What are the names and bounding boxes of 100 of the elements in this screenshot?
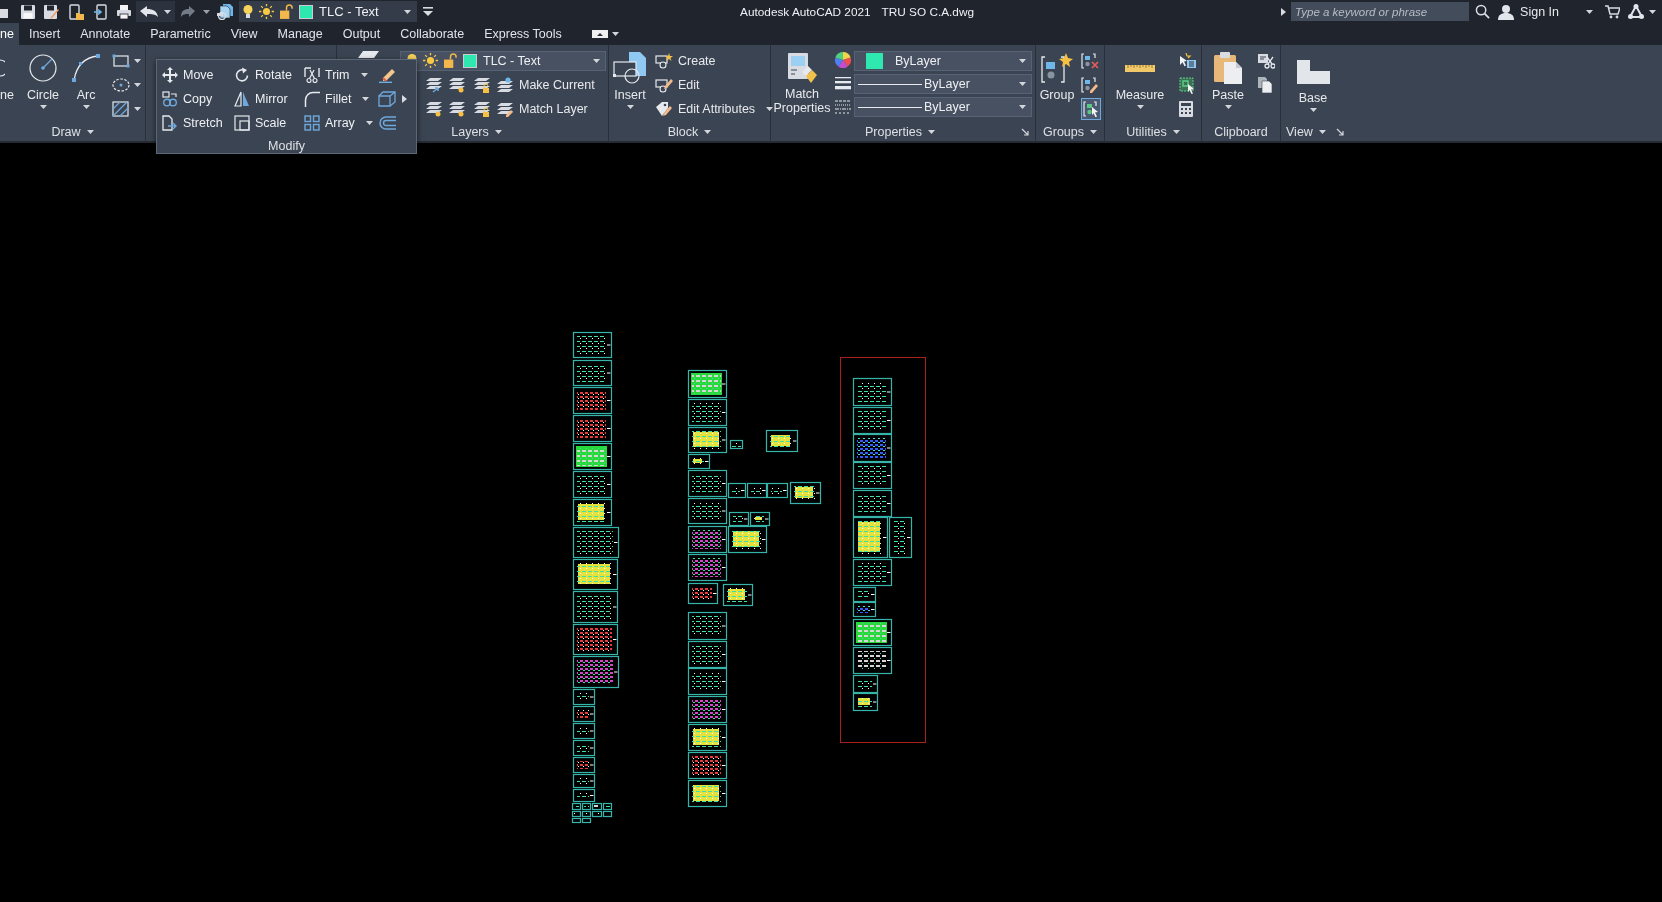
panel-title[interactable]: Utilities: [1126, 124, 1180, 139]
tool-button[interactable]: ne: [0, 45, 19, 105]
layer-dropdown[interactable]: TLC - Text: [239, 1, 417, 22]
save-as-icon[interactable]: [43, 3, 59, 20]
menu-icon[interactable]: [423, 7, 433, 16]
layer-tool-button[interactable]: [473, 101, 491, 117]
tool-button[interactable]: Scale: [234, 111, 287, 135]
tablet-folder-icon[interactable]: [68, 3, 84, 20]
caret-icon: [82, 105, 90, 109]
layer-tool-button[interactable]: [425, 101, 443, 117]
group-edit-icon: [1081, 77, 1099, 93]
panel-title[interactable]: Groups: [1043, 124, 1097, 139]
offset-icon[interactable]: [378, 115, 396, 131]
ribbon-tab[interactable]: Annotate: [70, 23, 141, 45]
ribbon-tab[interactable]: Collaborate: [390, 23, 475, 45]
sign-in-button[interactable]: Sign In: [1498, 3, 1559, 20]
drawing-sheet: [687, 695, 728, 724]
tool-button[interactable]: Copy: [162, 87, 213, 111]
expand-arrow-icon[interactable]: [1281, 7, 1287, 16]
tool-button[interactable]: Create: [655, 49, 774, 73]
caret-icon: [1172, 129, 1180, 134]
linetype-icon: [835, 98, 851, 114]
ribbon-tab[interactable]: Express Tools: [474, 23, 572, 45]
ribbon-tab[interactable]: ne: [0, 23, 19, 45]
tool-button[interactable]: Edit: [655, 73, 774, 97]
documents-icon[interactable]: [217, 3, 234, 20]
tool-button[interactable]: Edit Attributes: [655, 97, 774, 121]
match-properties-button[interactable]: Match Properties: [774, 45, 830, 118]
drawing-sheet: [572, 739, 596, 757]
drawing-sheet: [765, 429, 799, 453]
caret-icon: [928, 129, 935, 134]
tool-button[interactable]: Move: [162, 63, 214, 87]
dialog-launcher-icon[interactable]: [1335, 127, 1344, 136]
cart-icon[interactable]: [1605, 4, 1620, 19]
caret-icon[interactable]: [203, 9, 210, 14]
ribbon-tab[interactable]: Output: [332, 23, 391, 45]
panel-title[interactable]: Clipboard: [1214, 124, 1268, 139]
caret-icon[interactable]: [1649, 9, 1656, 14]
panel-title[interactable]: Draw: [51, 124, 94, 139]
caret-icon: [494, 129, 502, 134]
layer-tool-button[interactable]: [473, 77, 491, 93]
ungroup-icon: [1081, 53, 1099, 69]
expand-arrow-icon[interactable]: [402, 95, 407, 103]
redo-icon[interactable]: [181, 5, 195, 18]
group-button[interactable]: Group: [1041, 45, 1073, 105]
layer-tool-button[interactable]: [425, 77, 443, 93]
caret-icon: [1318, 129, 1326, 134]
undo-button[interactable]: [136, 1, 175, 22]
base-button[interactable]: Base: [1295, 45, 1331, 112]
drawing-sheet: [746, 482, 768, 499]
caret-icon[interactable]: [1586, 9, 1593, 14]
panel-title[interactable]: View: [1286, 124, 1326, 139]
tool-button[interactable]: Mirror: [234, 87, 288, 111]
drawing-sheet: [687, 667, 728, 696]
tool-button[interactable]: Stretch: [162, 111, 223, 135]
group-selection-icon: [1083, 101, 1099, 117]
tool-button[interactable]: Trim: [304, 63, 368, 87]
ribbon-tab[interactable]: Parametric: [140, 23, 221, 45]
layer-stack-icon: [448, 77, 466, 93]
caret-icon: [365, 121, 373, 125]
tool-button[interactable]: Array: [304, 111, 373, 135]
panel-title[interactable]: Properties: [865, 124, 935, 139]
tool-button[interactable]: Match Layer: [496, 101, 588, 117]
tool-button[interactable]: Fillet: [304, 87, 370, 111]
paste-button[interactable]: Paste: [1213, 45, 1243, 109]
box-icon[interactable]: [378, 91, 396, 107]
linetype-dropdown[interactable]: ByLayer: [854, 97, 1032, 117]
measure-button[interactable]: Measure: [1116, 45, 1164, 109]
print-icon[interactable]: [116, 3, 132, 20]
tool-button[interactable]: Rotate: [234, 63, 292, 87]
search-field[interactable]: Type a keyword or phrase: [1291, 2, 1470, 21]
layer-tool-button[interactable]: [448, 101, 466, 117]
match-properties-icon: [786, 52, 818, 84]
dialog-launcher-icon[interactable]: [1021, 127, 1029, 136]
drawing-sheet: [572, 756, 596, 774]
undo-icon: [139, 4, 159, 19]
layer-tool-button[interactable]: [448, 77, 466, 93]
drawing-sheet: [852, 406, 893, 435]
eraser-icon[interactable]: [378, 67, 396, 83]
tool-button[interactable]: Circle: [24, 45, 62, 109]
drawing-sheet: [722, 583, 754, 607]
ribbon-tab[interactable]: Insert: [18, 23, 71, 45]
layer-dropdown[interactable]: TLC - Text: [400, 50, 606, 71]
search-icon[interactable]: [1475, 4, 1491, 19]
lineweight-dropdown[interactable]: ByLayer: [854, 74, 1032, 94]
save-icon[interactable]: [20, 3, 36, 20]
ribbon-tab[interactable]: Manage: [267, 23, 333, 45]
tool-button[interactable]: Make Current: [496, 77, 595, 93]
triangle-nodes-icon[interactable]: [1628, 4, 1644, 19]
color-dropdown[interactable]: ByLayer: [854, 51, 1032, 71]
panel-title[interactable]: Layers: [451, 124, 502, 139]
drawing-sheet: [687, 611, 728, 641]
group-selection-toggle[interactable]: [1081, 98, 1101, 120]
panel-title[interactable]: Block: [667, 124, 712, 139]
drawing-sheet: [687, 640, 728, 669]
drawing-sheet: [572, 359, 613, 387]
tool-button[interactable]: Arc: [67, 45, 105, 109]
ribbon-tab[interactable]: View: [220, 23, 268, 45]
quick-select-icon: [1179, 53, 1196, 69]
insert-button[interactable]: Insert: [611, 45, 649, 109]
